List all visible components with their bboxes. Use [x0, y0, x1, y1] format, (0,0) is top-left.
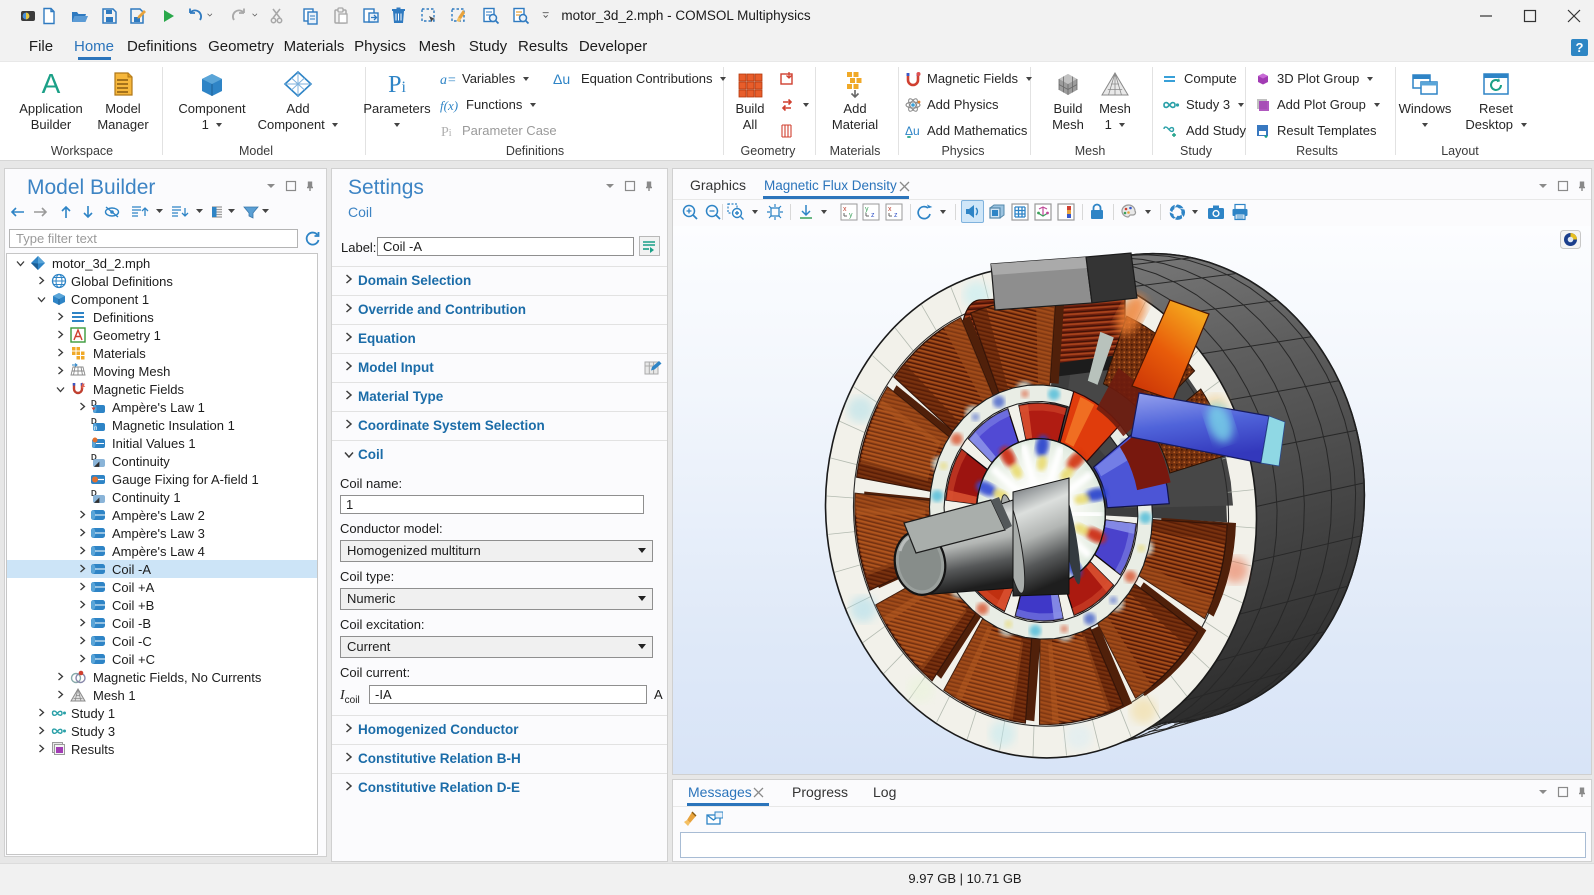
svg-text:f(x): f(x) [440, 98, 458, 113]
svg-text:x: x [888, 206, 892, 213]
svg-text:Pi: Pi [388, 72, 406, 98]
svg-text:x: x [843, 206, 847, 213]
svg-text:◢: ◢ [94, 461, 100, 468]
svg-text:Δu: Δu [553, 71, 570, 87]
svg-text:z: z [894, 212, 898, 219]
svg-text:A: A [42, 69, 61, 99]
svg-text:◢: ◢ [94, 497, 100, 504]
svg-text:z: z [871, 212, 875, 219]
svg-text:n: n [94, 426, 97, 432]
svg-text:Pi: Pi [441, 125, 452, 139]
svg-text:a=: a= [440, 73, 456, 87]
svg-text:y: y [865, 206, 869, 213]
svg-text:y: y [849, 212, 853, 219]
svg-text:Δu: Δu [905, 124, 920, 138]
